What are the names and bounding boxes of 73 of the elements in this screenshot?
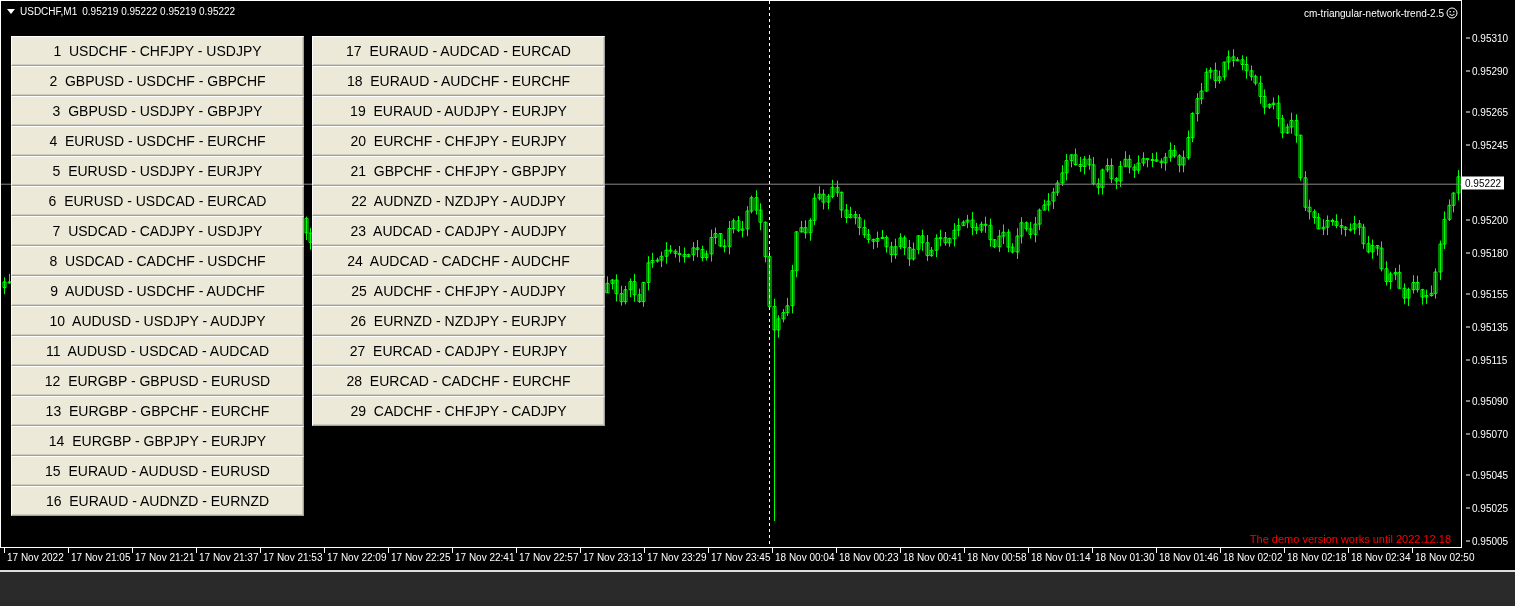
time-label: 18 Nov 02:50 [1415, 552, 1475, 563]
triangle-button[interactable]: 5 EURUSD - USDJPY - EURJPY [11, 156, 304, 186]
time-label: 17 Nov 21:37 [199, 552, 259, 563]
symbol-label: USDCHF,M1 [20, 6, 78, 17]
triangle-button[interactable]: 9 AUDUSD - USDCHF - AUDCHF [11, 276, 304, 306]
price-label: 0.95180 [1472, 247, 1509, 258]
time-label: 17 Nov 22:57 [519, 552, 579, 563]
triangle-button[interactable]: 24 AUDCAD - CADCHF - AUDCHF [312, 246, 605, 276]
time-label: 18 Nov 01:46 [1159, 552, 1219, 563]
quote-values: 0.95219 0.95222 0.95219 0.95222 [82, 6, 236, 17]
triangle-button[interactable]: 16 EURAUD - AUDNZD - EURNZD [11, 486, 304, 516]
time-label: 18 Nov 01:30 [1095, 552, 1155, 563]
price-label: 0.95090 [1472, 395, 1509, 407]
time-label: 17 Nov 22:25 [391, 552, 451, 563]
time-label: 17 Nov 21:21 [135, 552, 195, 563]
triangle-button[interactable]: 3 GBPUSD - USDJPY - GBPJPY [11, 96, 304, 126]
price-label: 0.95290 [1472, 65, 1509, 77]
triangle-button[interactable]: 11 AUDUSD - USDCAD - AUDCAD [11, 336, 304, 366]
price-label: 0.95045 [1472, 469, 1509, 481]
triangle-button[interactable]: 1 USDCHF - CHFJPY - USDJPY [11, 36, 304, 66]
triangle-button[interactable]: 18 EURAUD - AUDCHF - EURCHF [312, 66, 605, 96]
triangle-button[interactable]: 23 AUDCAD - CADJPY - AUDJPY [312, 216, 605, 246]
price-label: 0.95245 [1472, 139, 1509, 151]
price-label: 0.95135 [1472, 321, 1509, 333]
indicator-name: cm-triangular-network-trend-2.5 [1303, 7, 1444, 19]
time-label: 18 Nov 00:41 [903, 552, 963, 563]
triangle-button[interactable]: 22 AUDNZD - NZDJPY - AUDJPY [312, 186, 605, 216]
time-label: 18 Nov 00:58 [967, 552, 1027, 563]
time-label: 18 Nov 02:18 [1287, 552, 1347, 563]
time-label: 17 Nov 22:09 [327, 552, 387, 563]
time-label: 17 Nov 22:41 [455, 552, 515, 563]
demo-notice: The demo version works until 2022.12.18 [1249, 533, 1451, 545]
triangle-button[interactable]: 21 GBPCHF - CHFJPY - GBPJPY [312, 156, 605, 186]
time-label: 18 Nov 02:34 [1351, 552, 1411, 563]
triangle-button[interactable]: 27 EURCAD - CADJPY - EURJPY [312, 336, 605, 366]
triangle-button[interactable]: 2 GBPUSD - USDCHF - GBPCHF [11, 66, 304, 96]
triangle-button[interactable]: 14 EURGBP - GBPJPY - EURJPY [11, 426, 304, 456]
triangle-button[interactable]: 10 AUDUSD - USDJPY - AUDJPY [11, 306, 304, 336]
time-label: 17 Nov 21:05 [71, 552, 131, 563]
price-label: 0.95025 [1472, 502, 1509, 514]
dropdown-arrow-icon[interactable] [7, 9, 15, 14]
price-label: 0.95070 [1472, 428, 1509, 440]
price-label: 0.95265 [1472, 106, 1509, 118]
price-label: 0.95115 [1472, 354, 1508, 366]
time-label: 17 Nov 23:13 [583, 552, 643, 563]
time-label: 17 Nov 23:45 [711, 552, 771, 563]
price-label: 0.95200 [1472, 214, 1509, 225]
triangle-button[interactable]: 28 EURCAD - CADCHF - EURCHF [312, 366, 605, 396]
triangle-button[interactable]: 7 USDCAD - CADJPY - USDJPY [11, 216, 304, 246]
triangle-button[interactable]: 15 EURAUD - AUDUSD - EURUSD [11, 456, 304, 486]
time-label: 17 Nov 21:53 [263, 552, 323, 563]
smiley-icon [1446, 7, 1458, 19]
triangle-button[interactable]: 12 EURGBP - GBPUSD - EURUSD [11, 366, 304, 396]
triangle-button[interactable]: 4 EURUSD - USDCHF - EURCHF [11, 126, 304, 156]
time-label: 17 Nov 23:29 [647, 552, 707, 563]
triangle-button[interactable]: 26 EURNZD - NZDJPY - EURJPY [312, 306, 605, 336]
price-label: 0.95005 [1472, 535, 1509, 547]
time-label: 18 Nov 00:04 [775, 552, 835, 563]
time-label: 18 Nov 02:02 [1223, 552, 1283, 563]
current-price-label: 0.95222 [1462, 176, 1505, 190]
time-label: 18 Nov 00:23 [839, 552, 899, 563]
triangle-button[interactable]: 6 EURUSD - USDCAD - EURCAD [11, 186, 304, 216]
time-label: 17 Nov 2022 [7, 552, 64, 563]
triangle-button[interactable]: 29 CADCHF - CHFJPY - CADJPY [312, 396, 605, 426]
triangle-button[interactable]: 17 EURAUD - AUDCAD - EURCAD [312, 36, 605, 66]
triangle-button[interactable]: 13 EURGBP - GBPCHF - EURCHF [11, 396, 304, 426]
price-label: 0.95310 [1472, 32, 1509, 44]
triangle-button[interactable]: 25 AUDCHF - CHFJPY - AUDJPY [312, 276, 605, 306]
time-label: 18 Nov 01:14 [1031, 552, 1091, 563]
triangle-button[interactable]: 20 EURCHF - CHFJPY - EURJPY [312, 126, 605, 156]
triangle-button[interactable]: 8 USDCAD - CADCHF - USDCHF [11, 246, 304, 276]
price-label: 0.95155 [1472, 288, 1509, 300]
triangle-button[interactable]: 19 EURAUD - AUDJPY - EURJPY [312, 96, 605, 126]
